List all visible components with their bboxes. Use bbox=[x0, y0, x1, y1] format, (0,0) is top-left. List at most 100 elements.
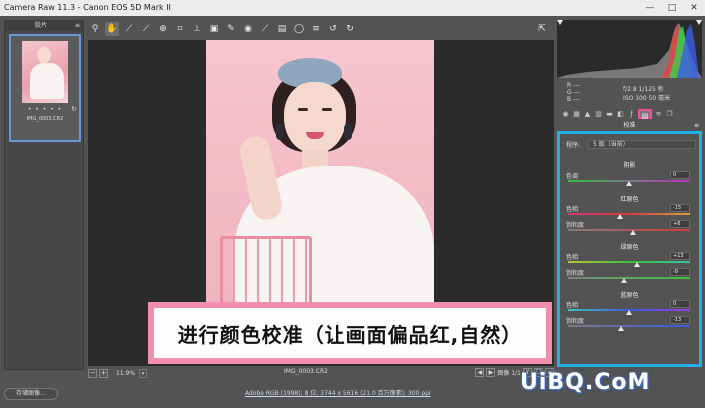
status-bar: − + 11.9% ▾ IMG_0003.CR2 ◀ ▶ 图像 1/1 Y ☐ … bbox=[88, 367, 554, 379]
spot-removal-icon[interactable]: ✎ bbox=[224, 22, 238, 36]
green-primary-heading: 绿原色 bbox=[620, 244, 639, 251]
process-select[interactable]: 5 版（当前） bbox=[588, 140, 696, 149]
green-sat-value[interactable]: -9 bbox=[670, 268, 690, 276]
r-label: R bbox=[567, 82, 572, 89]
target-adjust-icon[interactable]: ⊕ bbox=[156, 22, 170, 36]
zoom-icon[interactable]: ⚲ bbox=[88, 22, 102, 36]
adjustment-brush-icon[interactable]: ⟋ bbox=[258, 22, 272, 36]
calibration-panel: 程序: 5 版（当前） 阴影 色调 0 红原色 色相 -15 饱和度 +6 绿原… bbox=[557, 131, 702, 367]
green-hue-track[interactable] bbox=[568, 261, 690, 263]
rating-stars[interactable]: • • • • • bbox=[11, 106, 79, 113]
blue-hue-label: 色相 bbox=[566, 302, 579, 309]
shadows-tint-slider[interactable] bbox=[626, 181, 632, 186]
filmstrip-title: 胶片 bbox=[35, 22, 48, 29]
window-controls: — □ ✕ bbox=[639, 0, 705, 16]
red-hue-value[interactable]: -15 bbox=[670, 204, 690, 212]
workflow-options-link[interactable]: Adobe RGB (1998); 8 位; 3744 x 5616 (21.0… bbox=[245, 388, 431, 397]
panel-title-bar: 校准 ≡ bbox=[557, 121, 702, 130]
transform-icon[interactable]: ▣ bbox=[207, 22, 221, 36]
tab-effects-icon[interactable]: ƒ bbox=[627, 109, 636, 119]
red-hue-label: 色相 bbox=[566, 206, 579, 213]
radial-filter-icon[interactable]: ◯ bbox=[292, 22, 306, 36]
rotate-icon[interactable]: ↻ bbox=[71, 105, 77, 113]
red-hue-track[interactable] bbox=[568, 213, 690, 215]
panel-title: 校准 bbox=[623, 122, 636, 129]
image-count: 图像 1/1 bbox=[497, 370, 521, 377]
tab-presets-icon[interactable]: ≋ bbox=[654, 109, 663, 119]
thumbnail-filename: IMG_0003.CR2 bbox=[26, 116, 64, 122]
panel-tabs: ◉ ▦ ▲ ▥ ▬ ◧ ƒ ▤ ≋ ❐ bbox=[557, 107, 702, 120]
tab-tone-curve-icon[interactable]: ▦ bbox=[572, 109, 581, 119]
r-value: --- bbox=[573, 82, 580, 89]
prev-image-button[interactable]: ◀ bbox=[475, 368, 485, 377]
iso-info: ISO 100 50 毫米 bbox=[623, 95, 671, 102]
red-sat-slider[interactable] bbox=[629, 230, 636, 235]
straighten-icon[interactable]: ⟂ bbox=[190, 22, 204, 36]
process-row: 程序: 5 版（当前） bbox=[566, 140, 696, 150]
tab-calibration-icon[interactable]: ▤ bbox=[638, 108, 652, 120]
green-sat-label: 饱和度 bbox=[566, 270, 585, 277]
panel-menu-icon[interactable]: ≡ bbox=[694, 121, 699, 130]
b-label: B bbox=[567, 96, 572, 103]
rgb-readout: R --- G --- B --- f/2.8 1/125 秒 ISO 100 … bbox=[557, 80, 702, 106]
preferences-icon[interactable]: ≡ bbox=[309, 22, 323, 36]
green-sat-slider[interactable] bbox=[620, 278, 627, 283]
b-value: --- bbox=[573, 96, 580, 103]
red-primary-heading: 红原色 bbox=[620, 196, 639, 203]
color-sampler-icon[interactable]: ⟋ bbox=[139, 22, 153, 36]
fullscreen-icon[interactable]: ⇱ bbox=[535, 22, 549, 36]
green-hue-slider[interactable] bbox=[633, 262, 640, 267]
red-hue-slider[interactable] bbox=[616, 214, 623, 219]
green-hue-label: 色相 bbox=[566, 254, 579, 261]
blue-sat-track[interactable] bbox=[568, 325, 690, 327]
green-sat-track[interactable] bbox=[568, 277, 690, 279]
green-hue-value[interactable]: +13 bbox=[670, 252, 690, 260]
tab-lens-icon[interactable]: ◧ bbox=[616, 109, 625, 119]
preview-photo bbox=[206, 40, 434, 340]
blue-sat-slider[interactable] bbox=[618, 326, 625, 331]
hand-icon[interactable]: ✋ bbox=[105, 22, 119, 36]
rotate-left-icon[interactable]: ↺ bbox=[326, 22, 340, 36]
crop-icon[interactable]: ⌗ bbox=[173, 22, 187, 36]
process-label: 程序: bbox=[566, 142, 581, 149]
save-image-button[interactable]: 存储图像... bbox=[4, 388, 58, 400]
tab-detail-icon[interactable]: ▲ bbox=[583, 109, 592, 119]
close-button[interactable]: ✕ bbox=[683, 0, 705, 16]
blue-hue-slider[interactable] bbox=[626, 310, 632, 315]
zoom-out-button[interactable]: − bbox=[88, 368, 97, 378]
tab-hsl-icon[interactable]: ▥ bbox=[594, 109, 603, 119]
white-balance-icon[interactable]: ⟋ bbox=[122, 22, 136, 36]
graduated-filter-icon[interactable]: ▤ bbox=[275, 22, 289, 36]
caption-overlay: 进行颜色校准（让画面偏品红,自然） bbox=[148, 302, 552, 364]
zoom-in-button[interactable]: + bbox=[99, 368, 108, 378]
minimize-button[interactable]: — bbox=[639, 0, 661, 16]
toolbar: ⚲ ✋ ⟋ ⟋ ⊕ ⌗ ⟂ ▣ ✎ ◉ ⟋ ▤ ◯ ≡ ↺ ↻ ⇱ bbox=[88, 20, 554, 38]
window-title: Camera Raw 11.3 - Canon EOS 5D Mark II bbox=[4, 3, 171, 12]
camera-raw-window: Camera Raw 11.3 - Canon EOS 5D Mark II —… bbox=[0, 0, 705, 408]
title-bar: Camera Raw 11.3 - Canon EOS 5D Mark II —… bbox=[0, 0, 705, 16]
blue-sat-label: 饱和度 bbox=[566, 318, 585, 325]
filmstrip-panel: 胶片 ≡ • • • • • ↻ IMG_0003.CR2 bbox=[4, 20, 84, 370]
blue-hue-value[interactable]: 0 bbox=[670, 300, 690, 308]
next-image-button[interactable]: ▶ bbox=[486, 368, 496, 377]
histogram-graph bbox=[557, 20, 702, 78]
site-watermark: UiBQ.CoM bbox=[520, 370, 651, 395]
filmstrip-menu-icon[interactable]: ≡ bbox=[75, 21, 80, 31]
current-filename: IMG_0003.CR2 bbox=[284, 368, 328, 375]
tab-basic-icon[interactable]: ◉ bbox=[561, 109, 570, 119]
shadows-heading: 阴影 bbox=[623, 162, 636, 169]
filmstrip-header: 胶片 ≡ bbox=[5, 21, 83, 31]
shadows-tint-value[interactable]: 0 bbox=[670, 171, 690, 179]
blue-sat-value[interactable]: -13 bbox=[670, 316, 690, 324]
red-eye-icon[interactable]: ◉ bbox=[241, 22, 255, 36]
maximize-button[interactable]: □ bbox=[661, 0, 683, 16]
tab-split-toning-icon[interactable]: ▬ bbox=[605, 109, 614, 119]
rotate-right-icon[interactable]: ↻ bbox=[343, 22, 357, 36]
red-sat-value[interactable]: +6 bbox=[670, 220, 690, 228]
zoom-level[interactable]: 11.9% bbox=[116, 370, 135, 377]
g-value: --- bbox=[573, 89, 581, 96]
thumbnail-image bbox=[22, 41, 68, 103]
filmstrip-thumbnail[interactable]: • • • • • ↻ IMG_0003.CR2 bbox=[9, 34, 81, 142]
zoom-dropdown-icon[interactable]: ▾ bbox=[139, 368, 148, 378]
tab-snapshots-icon[interactable]: ❐ bbox=[665, 109, 674, 119]
